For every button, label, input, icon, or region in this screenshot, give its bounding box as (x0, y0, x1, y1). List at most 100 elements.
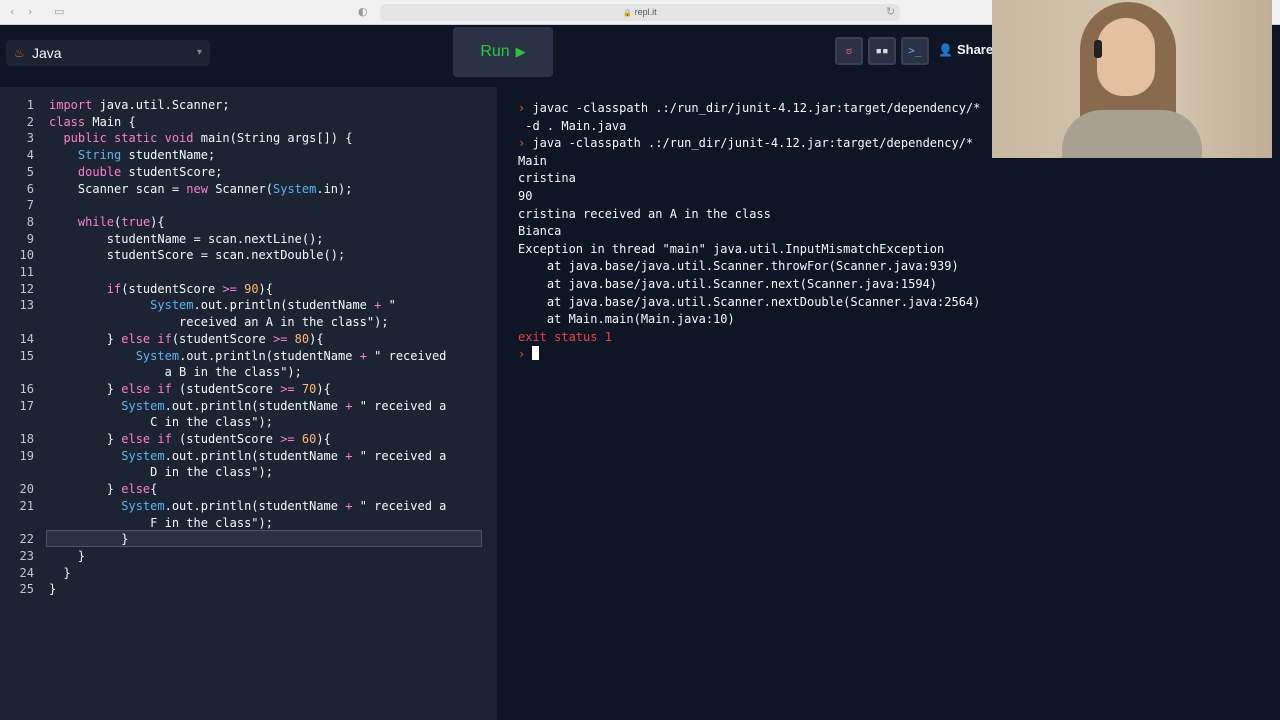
code-line[interactable]: 11 (0, 264, 497, 281)
console-text: java -classpath .:/run_dir/junit-4.12.ja… (532, 136, 974, 151)
line-number: 23 (19, 548, 34, 563)
code-text: String studentName; (77, 148, 216, 163)
line-number: 16 (19, 381, 34, 396)
code-line[interactable]: 21 System.out.println(studentName + " re… (0, 498, 497, 515)
code-text: } (49, 532, 129, 547)
prompt-chevron-icon: › (518, 101, 533, 115)
code-text: } (49, 582, 57, 597)
code-line[interactable]: 2 class Main { (0, 114, 497, 131)
console-line: 90 (518, 188, 532, 205)
line-number: 10 (19, 248, 34, 263)
user-icon: 👤 (938, 43, 953, 57)
console-text: at java.base/java.util.Scanner.nextDoubl… (518, 294, 981, 309)
code-text: import java.util.Scanner; (49, 98, 230, 112)
line-number: 2 (26, 114, 34, 129)
console-line: › (518, 346, 540, 363)
console-line: › java -classpath .:/run_dir/junit-4.12.… (518, 135, 973, 152)
console-panel[interactable] (497, 87, 1280, 720)
line-number: 7 (26, 198, 34, 213)
code-line-wrap[interactable]: received an A in the class"); (0, 314, 497, 331)
prompt-chevron-icon: › (518, 136, 533, 151)
avatar-3[interactable]: >_ (901, 37, 929, 65)
code-line[interactable]: 12 if(studentScore >= 90){ (0, 281, 497, 298)
address-bar[interactable]: 🔒 repl.it (380, 4, 900, 21)
code-line-wrap[interactable]: D in the class"); (0, 464, 497, 481)
code-text: while(true){ (77, 214, 165, 229)
code-line[interactable]: 23 } (0, 548, 497, 565)
console-text: at java.base/java.util.Scanner.next(Scan… (518, 277, 938, 291)
code-line[interactable]: 7 (0, 197, 497, 214)
reload-icon[interactable]: ↻ (886, 5, 895, 18)
code-text: } else{ (49, 482, 158, 497)
code-text: class Main { (49, 114, 136, 129)
code-line[interactable]: 1 import java.util.Scanner; (0, 97, 497, 114)
line-number: 3 (26, 131, 34, 146)
line-number: 18 (19, 432, 34, 446)
avatar-1[interactable]: ಠ (835, 37, 863, 65)
share-button[interactable]: 👤 Share (938, 42, 993, 57)
console-text: 90 (518, 189, 533, 203)
console-line: Main (518, 153, 547, 170)
code-text: System.out.println(studentName + " (150, 298, 396, 313)
code-text: public static void main(String args[]) { (63, 131, 353, 146)
code-text: } (49, 565, 71, 580)
code-line[interactable]: 14 } else if(studentScore >= 80){ (0, 331, 497, 348)
code-text: } else if (studentScore >= 60){ (49, 432, 331, 446)
code-line[interactable]: 13 System.out.println(studentName + " (0, 297, 497, 314)
code-line[interactable]: 16 } else if (studentScore >= 70){ (0, 381, 497, 398)
code-line-wrap[interactable]: F in the class"); (0, 515, 497, 532)
avatar-2[interactable]: ▪▪ (868, 37, 896, 65)
code-text: if(studentScore >= 90){ (106, 281, 273, 296)
url-text: repl.it (634, 7, 657, 17)
code-line[interactable]: 10 studentScore = scan.nextDouble(); (0, 247, 497, 264)
code-text: System.out.println(studentName + " recei… (121, 498, 447, 513)
code-line[interactable]: 24 } (0, 565, 497, 582)
code-line[interactable]: 4 String studentName; (0, 147, 497, 164)
console-line: at java.base/java.util.Scanner.nextDoubl… (518, 294, 980, 311)
sidebar-icon[interactable]: ▭ (54, 5, 64, 18)
console-text: -d . Main.java (518, 118, 627, 133)
code-line[interactable]: 5 double studentScore; (0, 164, 497, 181)
prompt-chevron-icon: › (518, 347, 533, 362)
code-line[interactable]: 22 } (0, 531, 497, 548)
language-selector[interactable]: ♨ Java ▾ (6, 40, 210, 66)
code-line[interactable]: 3 public static void main(String args[])… (0, 130, 497, 147)
console-line: Bianca (518, 223, 561, 240)
back-icon[interactable]: ‹ (10, 5, 14, 18)
console-line: at Main.main(Main.java:10) (518, 311, 735, 328)
line-number: 17 (19, 398, 34, 413)
code-text: Scanner scan = new Scanner(System.in); (49, 181, 353, 196)
lock-icon: 🔒 (623, 10, 633, 17)
forward-icon[interactable]: › (28, 5, 32, 18)
code-text: F in the class"); (49, 515, 273, 530)
code-line[interactable]: 20 } else{ (0, 481, 497, 498)
run-button[interactable]: Run ▶ (453, 27, 553, 77)
console-line: Exception in thread "main" java.util.Inp… (518, 241, 944, 258)
code-text: received an A in the class"); (49, 315, 389, 330)
code-line[interactable]: 8 while(true){ (0, 214, 497, 231)
console-line: cristina received an A in the class (518, 206, 771, 223)
code-line-wrap[interactable]: a B in the class"); (0, 364, 497, 381)
code-line[interactable]: 17 System.out.println(studentName + " re… (0, 398, 497, 415)
line-number: 8 (26, 214, 34, 229)
line-number: 24 (19, 565, 34, 580)
code-line[interactable]: 18 } else if (studentScore >= 60){ (0, 431, 497, 448)
code-text: } else if(studentScore >= 80){ (49, 331, 324, 346)
console-line: at java.base/java.util.Scanner.throwFor(… (518, 258, 959, 275)
line-number: 6 (26, 181, 34, 196)
line-number: 14 (19, 331, 34, 346)
line-number: 11 (19, 265, 34, 279)
run-label: Run (480, 43, 510, 60)
code-line[interactable]: 6 Scanner scan = new Scanner(System.in); (0, 181, 497, 198)
code-line[interactable]: 25} (0, 581, 497, 598)
language-label: Java (32, 45, 62, 61)
shield-icon[interactable]: ◐ (358, 5, 368, 18)
text-cursor[interactable] (532, 346, 540, 361)
code-line[interactable]: 15 System.out.println(studentName + " re… (0, 348, 497, 365)
java-icon: ♨ (14, 46, 25, 60)
code-line[interactable]: 9 studentName = scan.nextLine(); (0, 231, 497, 248)
code-line[interactable]: 19 System.out.println(studentName + " re… (0, 448, 497, 465)
code-line-wrap[interactable]: C in the class"); (0, 414, 497, 431)
code-text: a B in the class"); (49, 365, 302, 380)
line-number: 25 (19, 582, 34, 597)
